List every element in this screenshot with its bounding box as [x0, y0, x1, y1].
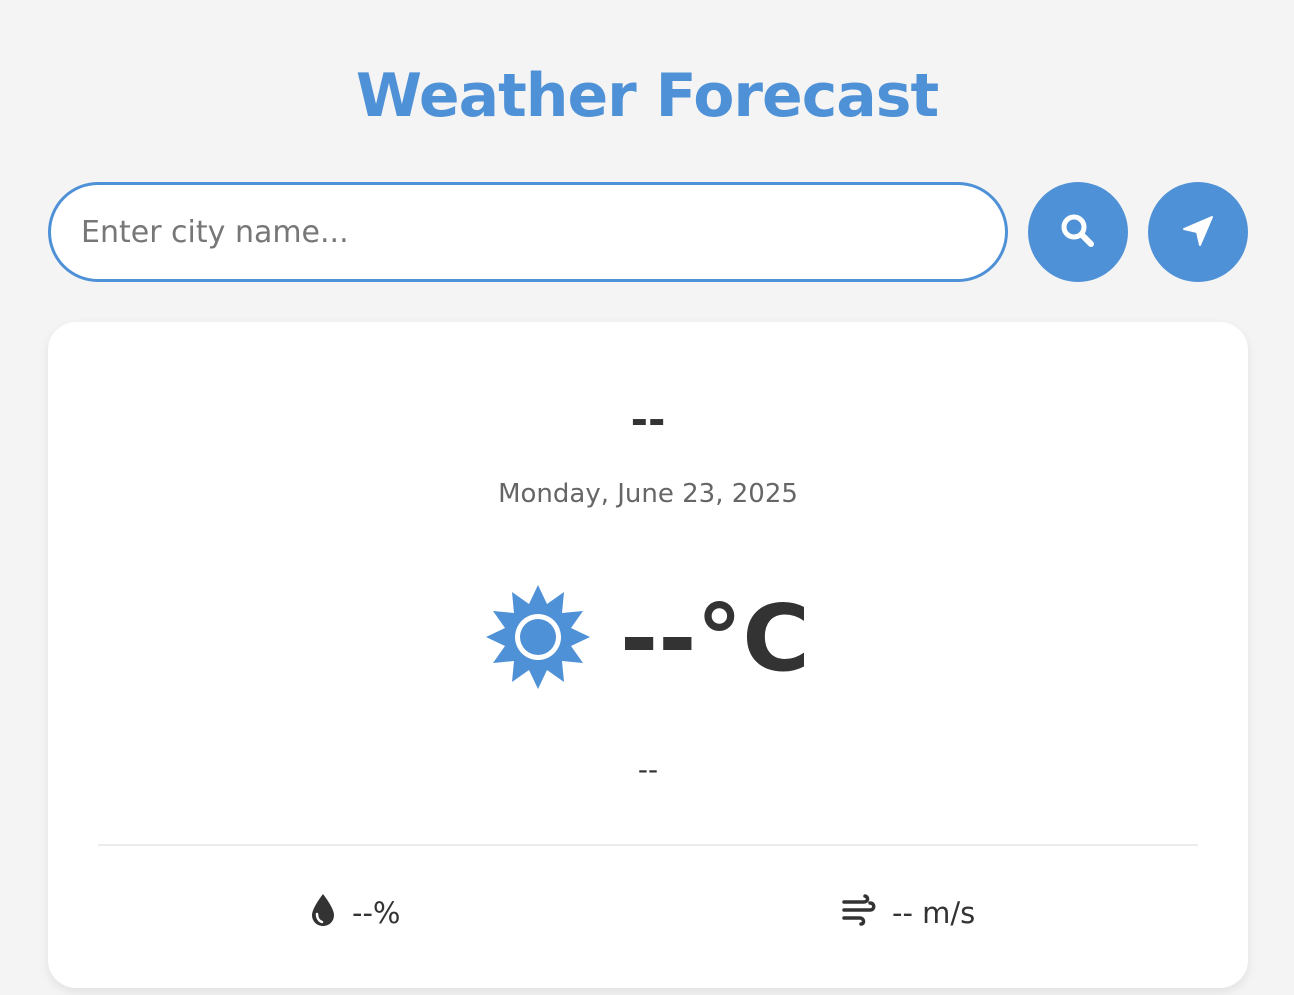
weather-description: -- [637, 753, 659, 786]
wind-icon [842, 893, 892, 933]
wind-value: -- m/s [892, 896, 976, 930]
location-arrow-icon [1180, 213, 1216, 252]
city-name: -- [630, 395, 666, 444]
search-icon [1059, 212, 1097, 253]
page-title: Weather Forecast [355, 61, 939, 131]
temperature-row: --°C [48, 584, 1248, 694]
current-date: Monday, June 23, 2025 [498, 479, 798, 509]
weather-app: Weather Forecast -- Monday, June 23, 202… [0, 0, 1294, 995]
temperature-value: --°C [620, 585, 810, 692]
current-location-button[interactable] [1148, 182, 1248, 282]
divider [98, 844, 1198, 846]
city-search-input[interactable] [48, 182, 1008, 282]
search-button[interactable] [1028, 182, 1128, 282]
wind-detail: -- m/s [842, 888, 975, 938]
weather-card: -- Monday, June 23, 2025 --°C -- --% -- … [48, 322, 1248, 988]
sun-icon [486, 585, 620, 693]
humidity-value: --% [352, 896, 401, 930]
water-drop-icon [310, 893, 352, 934]
humidity-detail: --% [310, 888, 400, 938]
search-bar [48, 182, 1248, 282]
